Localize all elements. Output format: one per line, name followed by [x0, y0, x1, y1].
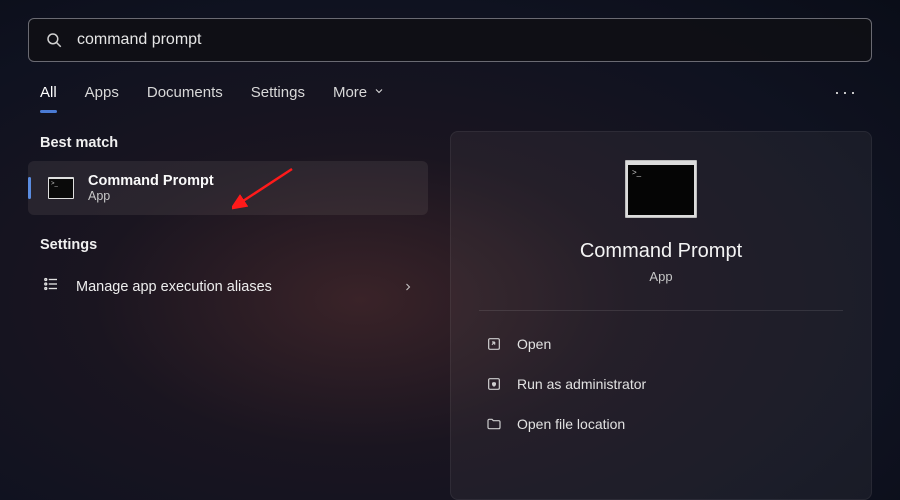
- results-pane: Best match >_ Command Prompt App Setting…: [28, 131, 428, 500]
- chevron-right-icon: [402, 281, 414, 293]
- action-run-as-administrator[interactable]: Run as administrator: [479, 365, 843, 403]
- filter-tabs: All Apps Documents Settings More ···: [28, 62, 872, 109]
- settings-result-title: Manage app execution aliases: [76, 279, 272, 295]
- command-prompt-icon: >_: [48, 177, 74, 199]
- tab-apps[interactable]: Apps: [85, 80, 119, 105]
- overflow-menu-button[interactable]: ···: [832, 82, 860, 103]
- section-header-settings: Settings: [28, 233, 428, 263]
- tab-label: Documents: [147, 84, 223, 101]
- settings-result-manage-aliases[interactable]: Manage app execution aliases: [28, 263, 428, 310]
- search-icon: [45, 31, 63, 49]
- tab-more[interactable]: More: [333, 80, 385, 105]
- tab-all[interactable]: All: [40, 80, 57, 105]
- result-title: Command Prompt: [88, 173, 214, 189]
- chevron-down-icon: [373, 84, 385, 101]
- action-open[interactable]: Open: [479, 325, 843, 363]
- command-prompt-icon-large: >_: [625, 160, 697, 218]
- tab-label: Apps: [85, 84, 119, 101]
- tab-label: All: [40, 84, 57, 101]
- action-label: Open file location: [517, 416, 625, 432]
- divider: [479, 310, 843, 311]
- action-open-file-location[interactable]: Open file location: [479, 405, 843, 443]
- admin-shield-icon: [485, 375, 503, 393]
- tab-settings[interactable]: Settings: [251, 80, 305, 105]
- open-icon: [485, 335, 503, 353]
- folder-icon: [485, 415, 503, 433]
- tab-label: Settings: [251, 84, 305, 101]
- preview-subtitle: App: [649, 269, 672, 284]
- result-subtitle: App: [88, 189, 214, 203]
- preview-title: Command Prompt: [580, 240, 742, 263]
- aliases-icon: [42, 275, 60, 298]
- search-input[interactable]: [77, 31, 855, 49]
- preview-pane: >_ Command Prompt App Open: [450, 131, 872, 500]
- action-label: Open: [517, 336, 551, 352]
- section-header-best-match: Best match: [28, 131, 428, 161]
- tab-label: More: [333, 84, 367, 101]
- search-bar[interactable]: [28, 18, 872, 62]
- best-match-result[interactable]: >_ Command Prompt App: [28, 161, 428, 215]
- action-label: Run as administrator: [517, 376, 646, 392]
- tab-documents[interactable]: Documents: [147, 80, 223, 105]
